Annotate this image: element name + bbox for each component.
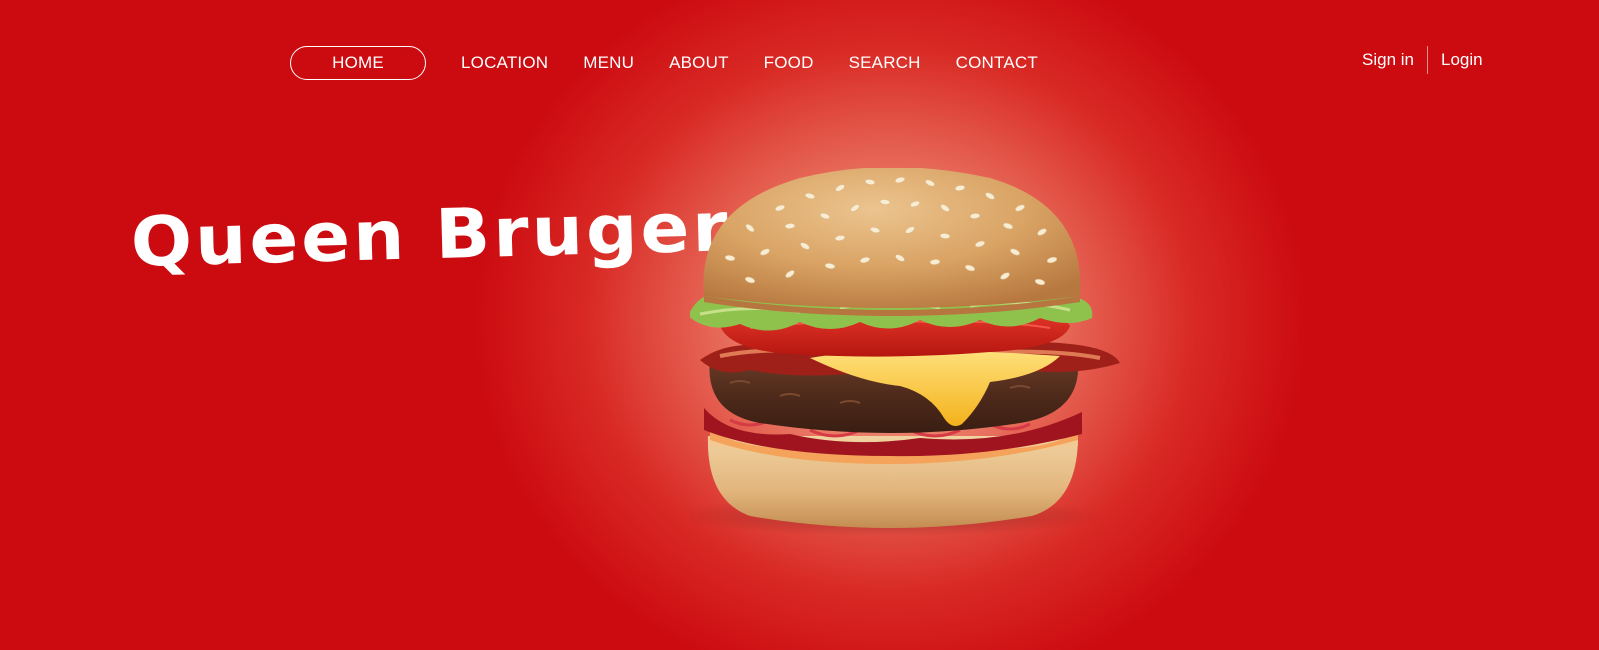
login-link[interactable]: Login	[1441, 50, 1483, 70]
nav-item-contact[interactable]: CONTACT	[956, 53, 1038, 73]
main-nav: HOME LOCATION MENU ABOUT FOOD SEARCH CON…	[290, 45, 1073, 81]
nav-item-location[interactable]: LOCATION	[461, 53, 548, 73]
auth-divider	[1426, 46, 1428, 74]
hero-section: HOME LOCATION MENU ABOUT FOOD SEARCH CON…	[0, 0, 1599, 650]
nav-item-home[interactable]: HOME	[290, 46, 426, 80]
brand-title: Queen Bruger	[129, 186, 732, 283]
burger-image	[690, 168, 1120, 536]
nav-item-food[interactable]: FOOD	[764, 53, 814, 73]
nav-item-about[interactable]: ABOUT	[669, 53, 729, 73]
nav-item-search[interactable]: SEARCH	[849, 53, 921, 73]
sign-in-link[interactable]: Sign in	[1362, 50, 1414, 70]
auth-links: Sign in Login	[1362, 46, 1483, 74]
nav-item-menu[interactable]: MENU	[583, 53, 634, 73]
